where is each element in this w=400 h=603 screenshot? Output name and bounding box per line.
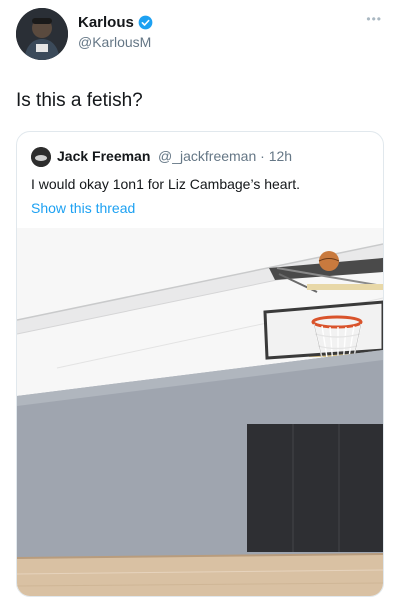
quoted-avatar-image <box>31 147 51 167</box>
more-dots-icon[interactable]: ••• <box>366 12 382 26</box>
author-name[interactable]: Karlous <box>78 14 134 31</box>
show-thread-link[interactable]: Show this thread <box>31 200 135 216</box>
quoted-author-name[interactable]: Jack Freeman <box>57 148 150 164</box>
quoted-media-image[interactable] <box>17 228 383 596</box>
avatar-image <box>16 8 68 60</box>
quoted-tweet-text: I would okay 1on1 for Liz Cambage’s hear… <box>31 176 301 192</box>
tweet-header: Karlous @KarlousM ••• <box>0 0 400 70</box>
quoted-tweet-card[interactable]: Jack Freeman @_jackfreeman · 12h I would… <box>16 131 384 597</box>
quoted-author-handle[interactable]: @_jackfreeman <box>158 148 256 164</box>
backboard <box>263 300 383 360</box>
gym-floor <box>17 554 383 596</box>
meta-separator: · <box>260 148 265 164</box>
wall-pad <box>247 424 383 552</box>
quoted-author-avatar[interactable] <box>31 147 51 167</box>
verified-badge-icon <box>138 15 153 30</box>
bracket-top <box>307 284 383 290</box>
quoted-meta: @_jackfreeman · 12h <box>158 148 292 164</box>
author-name-row[interactable]: Karlous <box>78 14 153 31</box>
tweet-text: Is this a fetish? <box>16 90 143 111</box>
author-avatar[interactable] <box>16 8 68 60</box>
quoted-time[interactable]: 12h <box>269 148 292 164</box>
basketball <box>319 251 339 271</box>
author-handle[interactable]: @KarlousM <box>78 34 151 50</box>
